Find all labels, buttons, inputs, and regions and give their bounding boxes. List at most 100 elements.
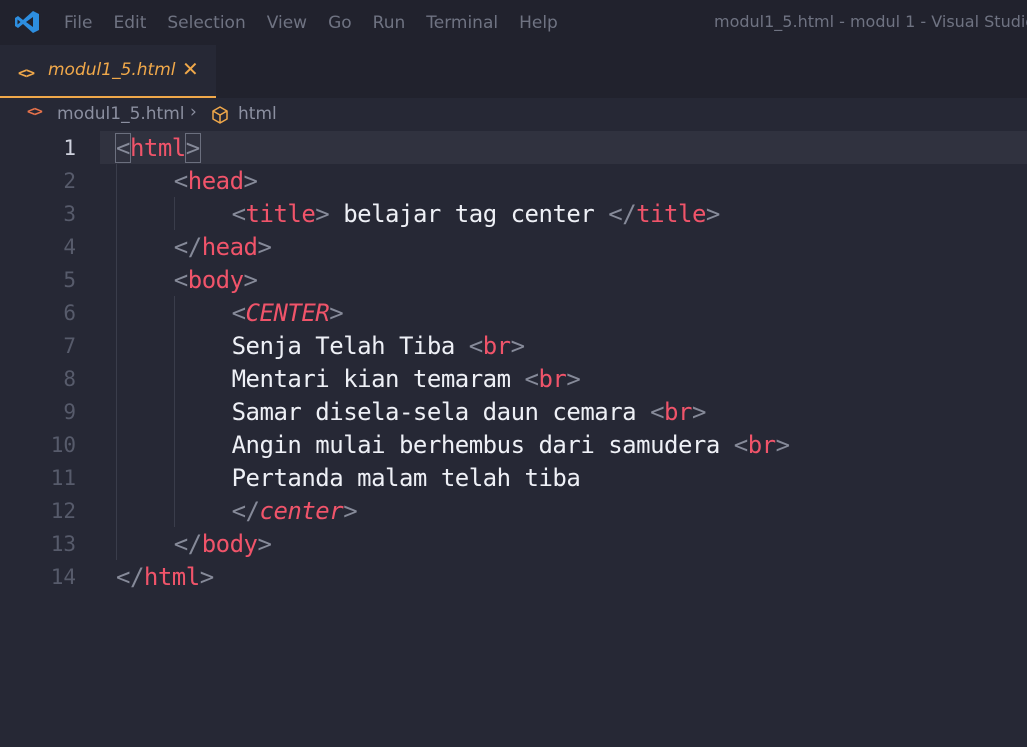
punctuation-token: > xyxy=(243,266,258,294)
menu-run[interactable]: Run xyxy=(373,13,406,33)
editor-tab-modul1-5[interactable]: <> modul1_5.html ✕ xyxy=(0,45,216,98)
punctuation-token: > xyxy=(691,398,706,426)
line-number: 2 xyxy=(63,169,76,193)
tag-token: center xyxy=(259,497,344,525)
code-text: <head> xyxy=(174,167,258,195)
breadcrumb: <> modul1_5.html › html xyxy=(0,98,1027,131)
punctuation-token: > xyxy=(184,133,201,163)
punctuation-token: < xyxy=(173,266,188,294)
menu-bar: File Edit Selection View Go Run Terminal… xyxy=(64,0,579,45)
code-line[interactable]: 4 </head> xyxy=(0,230,1027,263)
menu-help[interactable]: Help xyxy=(519,13,558,33)
line-number: 9 xyxy=(63,400,76,424)
punctuation-token: > xyxy=(510,332,525,360)
code-line[interactable]: 9 Samar disela-sela daun cemara <br> xyxy=(0,395,1027,428)
code-line[interactable]: 10 Angin mulai berhembus dari samudera <b… xyxy=(0,428,1027,461)
line-number: 13 xyxy=(50,532,76,556)
text-token: Angin mulai berhembus dari samudera xyxy=(231,431,734,459)
line-number: 4 xyxy=(63,235,76,259)
menu-edit[interactable]: Edit xyxy=(113,13,146,33)
code-line[interactable]: 2 <head> xyxy=(0,164,1027,197)
punctuation-token: < xyxy=(650,398,665,426)
cube-symbol-icon xyxy=(212,106,228,124)
punctuation-token: </ xyxy=(116,563,144,591)
code-text: Mentari kian temaram <br> xyxy=(232,365,581,393)
menu-go[interactable]: Go xyxy=(328,13,352,33)
punctuation-token: < xyxy=(468,332,483,360)
line-number: 3 xyxy=(63,202,76,226)
html-file-icon: <> xyxy=(27,104,43,120)
punctuation-token: </ xyxy=(608,200,637,228)
menu-view[interactable]: View xyxy=(267,13,307,33)
code-text: </body> xyxy=(174,530,272,558)
code-text: Angin mulai berhembus dari samudera <br> xyxy=(232,431,790,459)
code-line[interactable]: 1 <html> xyxy=(0,131,1027,164)
code-text: </head> xyxy=(174,233,272,261)
punctuation-token: </ xyxy=(173,233,202,261)
line-number: 14 xyxy=(50,565,76,589)
code-line[interactable]: 8 Mentari kian temaram <br> xyxy=(0,362,1027,395)
line-number: 11 xyxy=(50,466,76,490)
menu-file[interactable]: File xyxy=(64,13,92,33)
menu-terminal[interactable]: Terminal xyxy=(426,13,498,33)
punctuation-token: > xyxy=(199,563,214,591)
line-number: 10 xyxy=(50,433,76,457)
code-text: </center> xyxy=(232,497,358,525)
breadcrumb-symbol[interactable]: html xyxy=(238,104,277,124)
code-line[interactable]: 3 <title> belajar tag center </title> xyxy=(0,197,1027,230)
tag-token: title xyxy=(245,200,316,228)
punctuation-token: > xyxy=(329,299,344,327)
code-line[interactable]: 5 <body> xyxy=(0,263,1027,296)
punctuation-token: < xyxy=(524,365,539,393)
menu-selection[interactable]: Selection xyxy=(167,13,245,33)
code-line[interactable]: 7 Senja Telah Tiba <br> xyxy=(0,329,1027,362)
punctuation-token: < xyxy=(115,133,131,163)
punctuation-token: > xyxy=(257,233,272,261)
punctuation-token: </ xyxy=(231,497,260,525)
code-editor[interactable]: 1 <html> 2 <head> 3 <title> belajar tag cente… xyxy=(0,131,1027,747)
line-number: 7 xyxy=(63,334,76,358)
punctuation-token: < xyxy=(733,431,748,459)
code-text: <body> xyxy=(174,266,258,294)
text-token: Mentari kian temaram xyxy=(231,365,525,393)
punctuation-token: > xyxy=(566,365,581,393)
text-token: belajar tag center xyxy=(343,200,609,228)
line-number: 8 xyxy=(63,367,76,391)
close-icon[interactable]: ✕ xyxy=(182,57,199,81)
tag-token: body xyxy=(187,266,244,294)
tag-token: head xyxy=(201,233,258,261)
punctuation-token: > xyxy=(257,530,272,558)
tag-token: br xyxy=(664,398,692,426)
text-token: Samar disela-sela daun cemara xyxy=(231,398,651,426)
code-text: Senja Telah Tiba <br> xyxy=(232,332,525,360)
punctuation-token: < xyxy=(231,200,246,228)
tab-label: modul1_5.html xyxy=(48,60,176,80)
code-line[interactable]: 14 </html> xyxy=(0,560,1027,593)
chevron-right-icon: › xyxy=(190,102,197,122)
title-bar: File Edit Selection View Go Run Terminal… xyxy=(0,0,1027,45)
tag-token: br xyxy=(538,365,567,393)
code-line[interactable]: 13 </body> xyxy=(0,527,1027,560)
code-line[interactable]: 11 Pertanda malam telah tiba xyxy=(0,461,1027,494)
tag-token: CENTER xyxy=(245,299,330,327)
breadcrumb-file[interactable]: modul1_5.html xyxy=(57,104,185,124)
punctuation-token: < xyxy=(231,299,246,327)
html-file-icon: <> xyxy=(18,64,35,82)
code-text: Samar disela-sela daun cemara <br> xyxy=(231,398,707,426)
code-text: Pertanda malam telah tiba xyxy=(232,464,581,492)
text-token: Pertanda malam telah tiba xyxy=(231,464,581,492)
punctuation-token: > xyxy=(343,497,358,525)
punctuation-token: > xyxy=(775,431,790,459)
code-line[interactable]: 12 </center> xyxy=(0,494,1027,527)
code-text: </html> xyxy=(116,563,214,591)
punctuation-token: > xyxy=(315,200,344,228)
punctuation-token: < xyxy=(173,167,188,195)
code-line[interactable]: 6 <CENTER> xyxy=(0,296,1027,329)
tag-token: html xyxy=(143,563,200,591)
code-text: <html> xyxy=(115,133,201,163)
vscode-logo-icon[interactable] xyxy=(14,9,40,35)
tag-token: title xyxy=(636,200,706,228)
punctuation-token: </ xyxy=(173,530,202,558)
line-number: 1 xyxy=(63,136,76,160)
tab-bar: <> modul1_5.html ✕ xyxy=(0,45,1027,98)
